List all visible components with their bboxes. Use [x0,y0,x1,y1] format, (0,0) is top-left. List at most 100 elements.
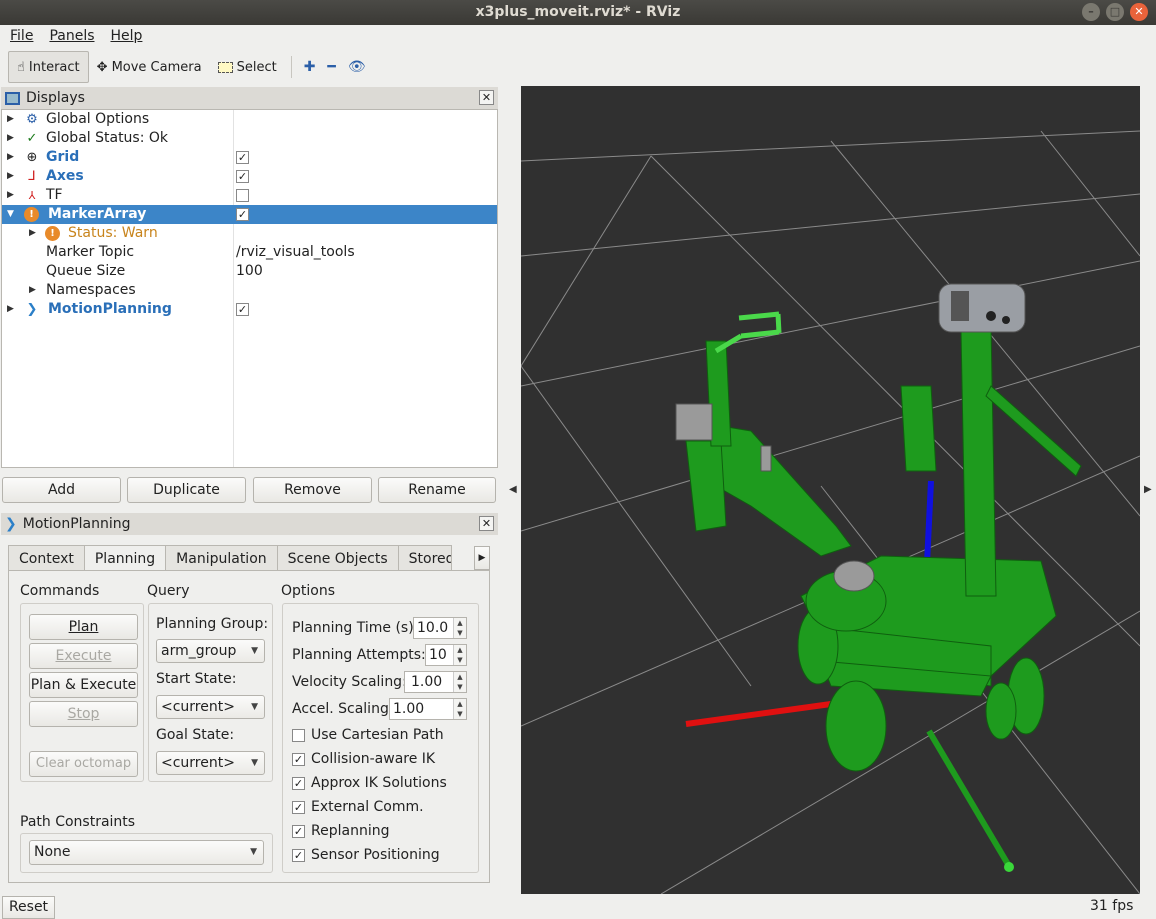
display-label: TF [46,187,63,203]
start-state-value: <current> [161,699,235,715]
tab-scene-objects[interactable]: Scene Objects [276,545,399,571]
gear-icon: ⚙ [26,112,38,127]
rename-button[interactable]: Rename [378,477,496,503]
execute-button[interactable]: Execute [29,643,138,669]
menu-bar: File Panels Help [0,25,1156,47]
path-constraints-select[interactable]: None ▼ [29,840,264,865]
plan-execute-button[interactable]: Plan & Execute [29,672,138,698]
planning-group-label: Planning Group: [156,616,269,632]
move-camera-button[interactable]: ✥ Move Camera [89,51,210,83]
tab-planning[interactable]: Planning [83,545,167,572]
tf-checkbox[interactable] [236,189,249,202]
expand-arrow-icon[interactable]: ▶ [7,186,14,205]
grid-lines [521,130,1140,894]
velocity-scaling-value: 1.00 [411,674,443,690]
velocity-scaling-spinbox[interactable]: 1.00 ▲ ▼ [404,671,467,693]
marker-topic-value[interactable]: /rviz_visual_tools [236,243,355,262]
plus-icon[interactable]: ✚ [298,59,322,75]
collapse-right-icon[interactable]: ▶ [1144,484,1152,495]
display-marker-topic[interactable]: Marker Topic /rviz_visual_tools [2,243,497,262]
path-constraints-label: Path Constraints [20,814,136,830]
eye-icon[interactable]: 👁 [342,59,372,75]
display-label: Axes [46,168,84,184]
collapse-left-icon[interactable]: ◀ [509,484,517,495]
remove-button[interactable]: Remove [253,477,372,503]
display-status-warn[interactable]: ▶ ! Status: Warn [2,224,497,243]
display-axes[interactable]: ▶ ⅃ Axes ✓ [2,167,497,186]
interact-label: Interact [28,59,80,75]
expand-arrow-icon[interactable]: ▶ [7,110,14,129]
display-grid[interactable]: ▶ ⊕ Grid ✓ [2,148,497,167]
display-tf[interactable]: ▶ ⅄ TF [2,186,497,205]
display-label: Global Options [46,111,150,127]
display-global-status[interactable]: ▶ ✓ Global Status: Ok [2,129,497,148]
menu-panels[interactable]: Panels [49,25,94,47]
warning-icon: ! [24,207,39,222]
display-markerarray[interactable]: ▼ ! MarkerArray ✓ [2,205,497,224]
displays-close-icon[interactable]: ✕ [479,90,494,105]
fps-readout: 31 fps [1090,898,1134,914]
axes-checkbox[interactable]: ✓ [236,170,249,183]
display-queue-size[interactable]: Queue Size 100 [2,262,497,281]
start-state-select[interactable]: <current> ▼ [156,695,265,719]
planning-group-select[interactable]: arm_group ▼ [156,639,265,663]
spin-arrows-icon[interactable]: ▲ ▼ [453,699,466,719]
expand-arrow-icon[interactable]: ▶ [7,300,14,319]
spin-arrows-icon[interactable]: ▲ ▼ [453,672,466,692]
grid-icon: ⊕ [26,150,38,165]
spin-arrows-icon[interactable]: ▲ ▼ [453,618,466,638]
spin-arrows-icon[interactable]: ▲ ▼ [453,645,466,665]
3d-viewport[interactable] [521,86,1140,894]
velocity-scaling-label: Velocity Scaling: [292,674,407,690]
minimize-icon[interactable]: – [1082,3,1100,21]
expand-arrow-icon[interactable]: ▶ [7,148,14,167]
stop-button[interactable]: Stop [29,701,138,727]
goal-state-select[interactable]: <current> ▼ [156,751,265,775]
expand-arrow-icon[interactable]: ▶ [7,129,14,148]
display-global-options[interactable]: ▶ ⚙ Global Options [2,110,497,129]
plan-button[interactable]: Plan [29,614,138,640]
window-titlebar: x3plus_moveit.rviz* - RViz – □ ✕ [0,0,1156,25]
menu-file[interactable]: File [10,25,33,47]
motionplanning-close-icon[interactable]: ✕ [479,516,494,531]
tab-manipulation[interactable]: Manipulation [165,545,278,571]
display-label: Grid [46,149,80,165]
planning-attempts-spinbox[interactable]: 10 ▲ ▼ [425,644,467,666]
expand-arrow-icon[interactable]: ▶ [29,281,36,300]
minus-icon[interactable]: ━ [321,59,341,75]
expand-arrow-icon[interactable]: ▶ [29,224,36,243]
planning-time-spinbox[interactable]: 10.0 ▲ ▼ [413,617,467,639]
display-namespaces[interactable]: ▶ Namespaces [2,281,497,300]
start-state-label: Start State: [156,671,237,687]
motionplanning-panel-title: ❯ MotionPlanning ✕ [1,513,498,535]
duplicate-button[interactable]: Duplicate [127,477,246,503]
markerarray-checkbox[interactable]: ✓ [236,208,249,221]
window-title: x3plus_moveit.rviz* - RViz [475,4,681,20]
commands-label: Commands [20,583,100,599]
add-button[interactable]: Add [2,477,121,503]
collapse-arrow-icon[interactable]: ▼ [7,205,14,224]
interact-button[interactable]: ☝ Interact [8,51,89,83]
grid-checkbox[interactable]: ✓ [236,151,249,164]
queue-size-value[interactable]: 100 [236,262,263,281]
tab-stored[interactable]: Stored [397,545,452,571]
select-button[interactable]: Select [210,51,285,83]
hand-icon: ☝ [17,59,25,75]
displays-title: Displays [26,90,85,106]
tab-context[interactable]: Context [8,545,85,571]
tab-scroll-right-icon[interactable]: ▶ [474,546,490,570]
motionplanning-checkbox[interactable]: ✓ [236,303,249,316]
close-icon[interactable]: ✕ [1130,3,1148,21]
display-motionplanning[interactable]: ▶ ❯ MotionPlanning ✓ [2,300,497,319]
accel-scaling-spinbox[interactable]: 1.00 ▲ ▼ [389,698,467,720]
clear-octomap-button[interactable]: Clear octomap [29,751,138,777]
menu-help[interactable]: Help [111,25,143,47]
reset-button[interactable]: Reset [2,896,55,919]
motionplanning-icon: ❯ [26,302,38,317]
planning-time-value: 10.0 [417,620,449,636]
maximize-icon[interactable]: □ [1106,3,1124,21]
motionplanning-tabs: Context Planning Manipulation Scene Obje… [8,545,452,572]
planning-group-value: arm_group [161,643,237,659]
expand-arrow-icon[interactable]: ▶ [7,167,14,186]
planning-attempts-value: 10 [429,647,447,663]
